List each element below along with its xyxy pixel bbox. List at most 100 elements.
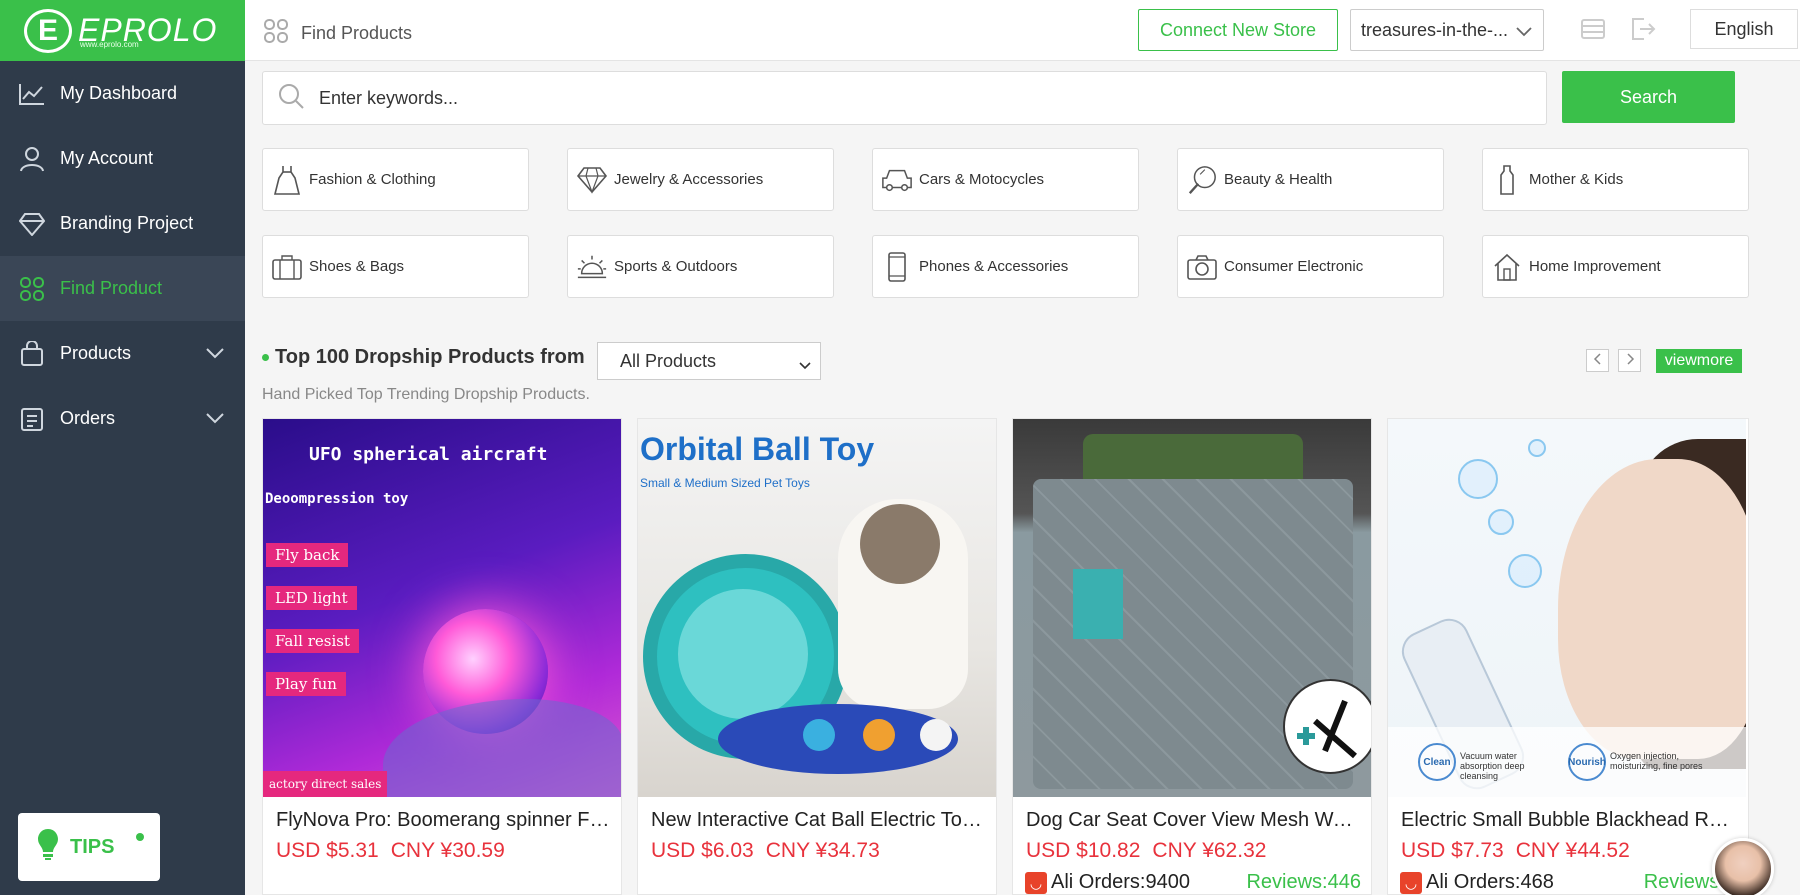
ball-art	[803, 719, 835, 751]
sidebar-item-label: My Dashboard	[60, 83, 178, 103]
prev-page-button[interactable]	[1586, 349, 1609, 372]
viewmore-button[interactable]: viewmore	[1656, 349, 1742, 373]
product-card[interactable]: UFO spherical aircraft Deoompression toy…	[262, 418, 622, 895]
language-selector[interactable]: English	[1690, 9, 1798, 49]
sidebar-item-label: Orders	[60, 408, 116, 428]
sidebar-item-orders[interactable]: Orders	[0, 386, 245, 451]
search-button[interactable]: Search	[1562, 71, 1735, 123]
reviews-count: Reviews:446	[1246, 871, 1361, 893]
aliexpress-icon: ◡	[1400, 871, 1422, 894]
cat-face-art	[860, 504, 940, 584]
search-bar	[262, 71, 1547, 125]
chevron-down-icon	[205, 343, 225, 364]
sidebar-item-label: My Account	[60, 148, 154, 168]
sidebar-item-label: Products	[60, 343, 132, 363]
chevron-left-icon	[1593, 352, 1603, 370]
sidebar-item-label: Branding Project	[60, 213, 194, 233]
product-name[interactable]: FlyNova Pro: Boomerang spinner Flying Ba…	[276, 809, 611, 832]
face-art	[1558, 459, 1746, 759]
image-tag: LED light	[266, 586, 357, 610]
chevron-down-icon	[1515, 22, 1533, 43]
category-beauty[interactable]: Beauty & Health	[1177, 148, 1444, 211]
bubble-art	[1488, 509, 1514, 535]
ali-orders-text: Ali Orders:468	[1426, 871, 1554, 893]
ali-orders: ◡ Ali Orders:468	[1400, 871, 1554, 894]
category-label: Consumer Electronic	[1224, 258, 1364, 275]
product-card[interactable]: Dog Car Seat Cover View Mesh Waterproof.…	[1012, 418, 1372, 895]
notification-dot	[136, 833, 144, 841]
grid-icon	[263, 18, 289, 49]
brand-logo[interactable]: E EPROLO www.eprolo.com	[0, 0, 245, 61]
price-cny: CNY ¥62.32	[1152, 839, 1267, 862]
section-subtitle: Hand Picked Top Trending Dropship Produc…	[262, 386, 590, 403]
image-subheadline: Small & Medium Sized Pet Toys	[640, 476, 810, 490]
product-name[interactable]: New Interactive Cat Ball Electric Toy Pe…	[651, 809, 986, 832]
category-shoes-bags[interactable]: Shoes & Bags	[262, 235, 529, 298]
image-chip: Nourish	[1568, 743, 1606, 781]
product-source-value: All Products	[620, 350, 717, 371]
camera-icon	[1186, 251, 1218, 283]
product-meta: ◡ Ali Orders:468 Reviews:1	[1400, 871, 1736, 894]
page-title-text: Find Products	[301, 23, 413, 43]
sidebar-item-products[interactable]: Products	[0, 321, 245, 386]
category-sports[interactable]: Sports & Outdoors	[567, 235, 834, 298]
price-usd: USD $7.73	[1401, 839, 1504, 862]
grid-icon	[18, 275, 46, 303]
search-input[interactable]	[319, 87, 1499, 109]
category-electronic[interactable]: Consumer Electronic	[1177, 235, 1444, 298]
tips-button[interactable]: TIPS	[18, 813, 160, 881]
category-label: Shoes & Bags	[309, 258, 405, 275]
image-subheadline: Deoompression toy	[265, 491, 409, 507]
logout-icon[interactable]	[1630, 16, 1656, 47]
clipboard-icon	[18, 405, 46, 433]
category-cars[interactable]: Cars & Motocycles	[872, 148, 1139, 211]
car-icon	[881, 164, 913, 196]
diamond-icon	[18, 210, 46, 238]
product-name[interactable]: Electric Small Bubble Blackhead Remover.…	[1401, 809, 1736, 832]
product-image[interactable]: Orbital Ball Toy Small & Medium Sized Pe…	[638, 419, 996, 797]
chevron-down-icon	[798, 355, 812, 376]
price-usd: USD $10.82	[1026, 839, 1141, 862]
image-chip: Clean	[1418, 743, 1456, 781]
category-fashion[interactable]: Fashion & Clothing	[262, 148, 529, 211]
store-icon[interactable]	[1580, 16, 1606, 47]
product-image[interactable]: UFO spherical aircraft Deoompression toy…	[263, 419, 621, 797]
product-source-select[interactable]: All Products	[597, 342, 821, 380]
price-usd: USD $5.31	[276, 839, 379, 862]
category-jewelry[interactable]: Jewelry & Accessories	[567, 148, 834, 211]
product-image[interactable]: Clean Vacuum water absorption deep clean…	[1388, 419, 1746, 797]
support-avatar[interactable]	[1712, 838, 1774, 895]
category-phones[interactable]: Phones & Accessories	[872, 235, 1139, 298]
product-card[interactable]: Clean Vacuum water absorption deep clean…	[1387, 418, 1749, 895]
sidebar-item-find-product[interactable]: Find Product	[0, 256, 245, 321]
sidebar-item-label: Find Product	[60, 278, 163, 298]
gem-icon	[576, 164, 608, 196]
category-label: Jewelry & Accessories	[614, 171, 764, 188]
sun-icon	[576, 251, 608, 283]
store-select[interactable]: treasures-in-the-...	[1350, 9, 1544, 51]
sidebar-item-dashboard[interactable]: My Dashboard	[0, 61, 245, 126]
sidebar-item-account[interactable]: My Account	[0, 126, 245, 191]
category-home[interactable]: Home Improvement	[1482, 235, 1749, 298]
chevron-right-icon	[1625, 352, 1635, 370]
product-name[interactable]: Dog Car Seat Cover View Mesh Waterproof.…	[1026, 809, 1361, 832]
bubble-art	[1508, 554, 1542, 588]
tips-label: TIPS	[70, 835, 115, 858]
aliexpress-icon: ◡	[1025, 871, 1047, 894]
brand-tagline: www.eprolo.com	[80, 40, 139, 49]
sidebar: E EPROLO www.eprolo.com My Dashboard My …	[0, 0, 245, 895]
category-mother-kids[interactable]: Mother & Kids	[1482, 148, 1749, 211]
logo-mark-icon: E	[24, 8, 72, 53]
image-info-strip: Clean Vacuum water absorption deep clean…	[1388, 727, 1746, 797]
image-chip-caption: Vacuum water absorption deep cleansing	[1460, 751, 1525, 781]
hand-art	[383, 699, 621, 797]
phone-icon	[881, 251, 913, 283]
price-cny: CNY ¥34.73	[765, 839, 880, 862]
connect-store-button[interactable]: Connect New Store	[1138, 9, 1338, 51]
product-image[interactable]	[1013, 419, 1371, 797]
sidebar-item-branding[interactable]: Branding Project	[0, 191, 245, 256]
dress-icon	[271, 164, 303, 196]
product-card[interactable]: Orbital Ball Toy Small & Medium Sized Pe…	[637, 418, 997, 895]
next-page-button[interactable]	[1618, 349, 1641, 372]
image-headline: Orbital Ball Toy	[640, 431, 875, 467]
